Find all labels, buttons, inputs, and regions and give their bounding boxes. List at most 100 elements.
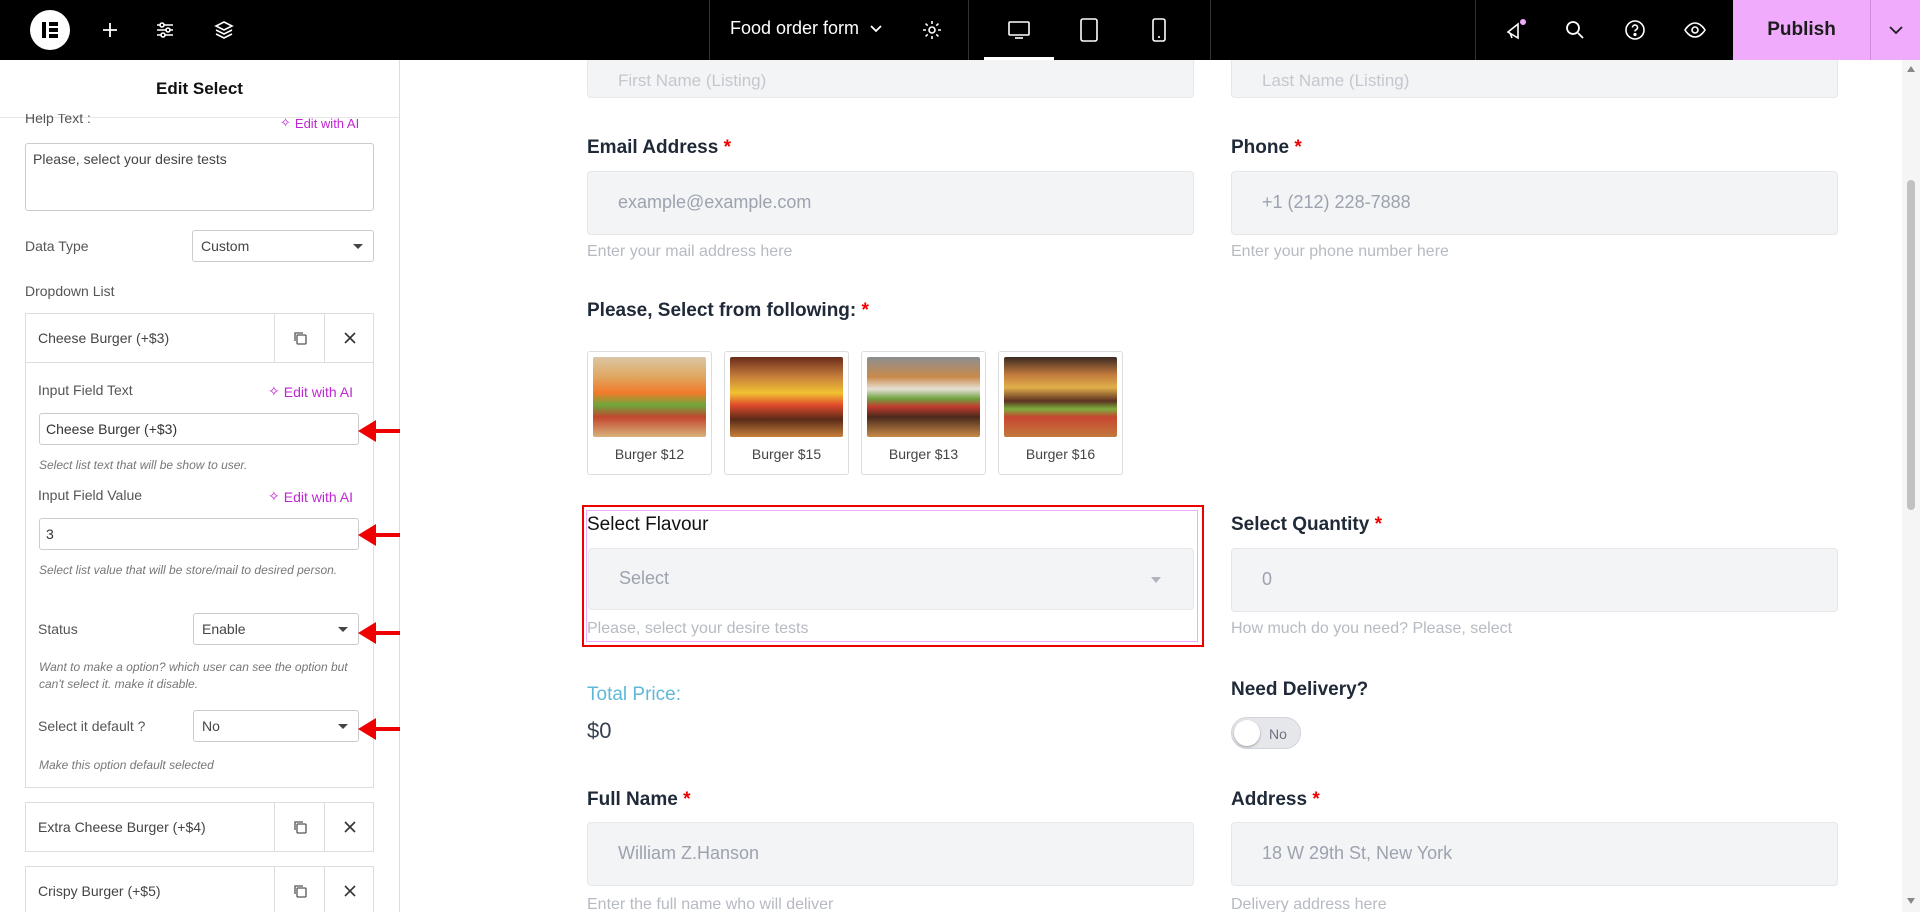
select-flavour-dropdown[interactable]: Select	[588, 548, 1194, 610]
search-icon[interactable]	[1561, 16, 1589, 44]
canvas-scrollbar[interactable]	[1902, 60, 1920, 912]
top-bar: Food order form Publish	[0, 0, 1920, 60]
data-type-select[interactable]: Custom	[192, 230, 374, 262]
email-label: Email Address *	[587, 137, 731, 158]
phone-input[interactable]: +1 (212) 228-7888	[1231, 171, 1838, 235]
edit-panel: Edit Select Help Text : ✧ Edit with AI Pl…	[0, 60, 400, 912]
input-field-value-label: Input Field Value	[38, 487, 143, 503]
caret-down-icon	[1151, 577, 1161, 583]
select-quantity-label: Select Quantity *	[1231, 514, 1383, 535]
input-field-value-hint: Select list value that will be store/mai…	[39, 563, 338, 577]
remove-item-close-icon[interactable]	[324, 867, 374, 912]
duplicate-icon[interactable]	[274, 314, 324, 362]
select-quantity-input[interactable]: 0	[1231, 548, 1838, 612]
dropdown-item-title: Cheese Burger (+$3)	[38, 330, 170, 346]
form-canvas: First Name (Listing) Last Name (Listing)…	[400, 60, 1902, 912]
data-type-label: Data Type	[25, 238, 89, 254]
select-quantity-help: How much do you need? Please, select	[1231, 620, 1513, 637]
burger-option-label: Burger $16	[1025, 446, 1096, 462]
input-field-text-label: Input Field Text	[38, 382, 133, 398]
select-default-select[interactable]: No	[193, 710, 359, 742]
need-delivery-toggle[interactable]: No	[1231, 717, 1301, 749]
full-name-label: Full Name *	[587, 789, 691, 810]
page-settings-gear-icon[interactable]	[918, 16, 946, 44]
help-question-icon[interactable]	[1621, 16, 1649, 44]
duplicate-icon[interactable]	[274, 803, 324, 851]
total-price-label: Total Price:	[587, 684, 681, 705]
input-field-text-edit-with-ai-link[interactable]: ✧ Edit with AI	[268, 383, 353, 400]
publish-button[interactable]: Publish	[1733, 0, 1870, 60]
sparkle-icon: ✧	[268, 383, 280, 399]
burger-option-card[interactable]: Burger $16	[998, 351, 1123, 475]
panel-title: Edit Select	[0, 60, 399, 118]
phone-label: Phone *	[1231, 137, 1302, 158]
need-delivery-label: Need Delivery?	[1231, 679, 1369, 700]
chevron-down-icon	[869, 18, 883, 39]
select-from-following-label: Please, Select from following: *	[587, 300, 869, 321]
document-title-dropdown[interactable]: Food order form	[730, 18, 883, 39]
document-title: Food order form	[730, 18, 860, 38]
burger-option-label: Burger $13	[888, 446, 959, 462]
select-flavour-label: Select Flavour	[587, 514, 709, 535]
address-help: Delivery address here	[1231, 896, 1387, 912]
tablet-view-icon[interactable]	[1054, 0, 1124, 60]
elementor-logo-icon[interactable]	[30, 10, 70, 50]
sparkle-icon: ✧	[268, 488, 280, 504]
first-name-input[interactable]: First Name (Listing)	[587, 60, 1194, 98]
dropdown-item-extra-cheese-burger[interactable]: Extra Cheese Burger (+$4)	[25, 802, 374, 852]
help-text-textarea[interactable]: Please, select your desire tests	[25, 143, 374, 211]
toggle-knob	[1234, 720, 1260, 746]
status-hint: Want to make a option? which user can se…	[39, 660, 348, 691]
scroll-thumb[interactable]	[1907, 180, 1915, 510]
structure-layers-icon[interactable]	[210, 16, 238, 44]
dropdown-item-crispy-burger[interactable]: Crispy Burger (+$5)	[25, 866, 374, 912]
toggle-label: No	[1269, 726, 1287, 742]
status-label: Status	[38, 621, 78, 637]
input-field-value-input[interactable]: 3	[39, 518, 359, 550]
burger-image	[1004, 357, 1117, 437]
burger-option-card[interactable]: Burger $12	[587, 351, 712, 475]
burger-image	[593, 357, 706, 437]
burger-option-label: Burger $12	[614, 446, 685, 462]
input-field-text-input[interactable]: Cheese Burger (+$3)	[39, 413, 359, 445]
burger-option-card[interactable]: Burger $15	[724, 351, 849, 475]
scroll-down-icon[interactable]	[1907, 898, 1915, 904]
burger-option-card[interactable]: Burger $13	[861, 351, 986, 475]
add-element-icon[interactable]	[96, 16, 124, 44]
dropdown-list-label: Dropdown List	[25, 283, 115, 299]
dropdown-item-cheese-burger[interactable]: Cheese Burger (+$3)	[25, 313, 374, 363]
publish-options-chevron-icon[interactable]	[1870, 0, 1920, 60]
full-name-input[interactable]: William Z.Hanson	[587, 822, 1194, 886]
select-default-hint: Make this option default selected	[39, 758, 214, 772]
burger-image	[867, 357, 980, 437]
scroll-up-icon[interactable]	[1907, 66, 1915, 72]
dropdown-item-title: Crispy Burger (+$5)	[38, 883, 161, 899]
help-text-edit-with-ai-link[interactable]: ✧ Edit with AI	[280, 115, 359, 131]
email-input[interactable]: example@example.com	[587, 171, 1194, 235]
sparkle-icon: ✧	[280, 115, 291, 130]
burger-image	[730, 357, 843, 437]
total-price-value: $0	[587, 718, 612, 743]
status-select[interactable]: Enable	[193, 613, 359, 645]
select-flavour-help: Please, select your desire tests	[587, 620, 809, 637]
address-input[interactable]: 18 W 29th St, New York	[1231, 822, 1838, 886]
dropdown-item-title: Extra Cheese Burger (+$4)	[38, 819, 206, 835]
input-field-text-hint: Select list text that will be show to us…	[39, 458, 248, 472]
notifications-megaphone-icon[interactable]	[1502, 16, 1530, 44]
phone-help: Enter your phone number here	[1231, 243, 1449, 260]
mobile-view-icon[interactable]	[1124, 0, 1194, 60]
last-name-input[interactable]: Last Name (Listing)	[1231, 60, 1838, 98]
site-settings-sliders-icon[interactable]	[151, 16, 179, 44]
input-field-value-edit-with-ai-link[interactable]: ✧ Edit with AI	[268, 488, 353, 505]
burger-option-label: Burger $15	[751, 446, 822, 462]
full-name-help: Enter the full name who will deliver	[587, 896, 834, 912]
help-text-label: Help Text :	[25, 114, 91, 126]
select-flavour-placeholder: Select	[619, 568, 670, 588]
email-help: Enter your mail address here	[587, 243, 793, 260]
preview-eye-icon[interactable]	[1681, 16, 1709, 44]
remove-item-close-icon[interactable]	[324, 803, 374, 851]
select-default-label: Select it default ?	[38, 718, 146, 734]
duplicate-icon[interactable]	[274, 867, 324, 912]
desktop-view-icon[interactable]	[984, 0, 1054, 60]
remove-item-close-icon[interactable]	[324, 314, 374, 362]
